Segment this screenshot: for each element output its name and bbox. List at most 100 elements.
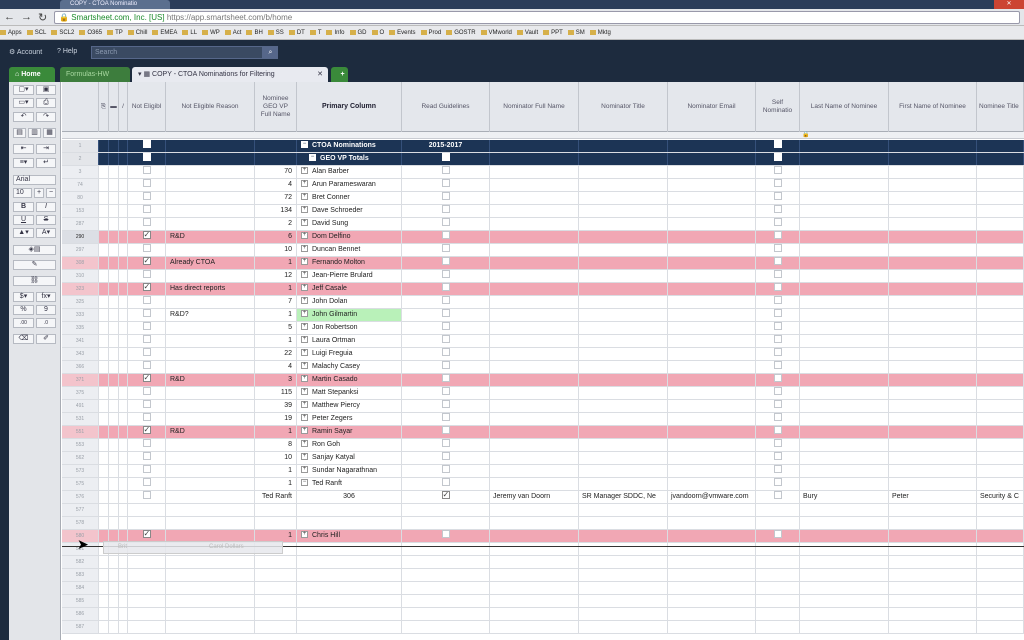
thousands-button[interactable]: 9 xyxy=(36,305,56,315)
self-nomination-cell[interactable] xyxy=(756,582,800,594)
nominator-title-cell[interactable] xyxy=(579,244,668,256)
row-number[interactable]: 341 xyxy=(62,335,99,347)
table-row[interactable]: 310 12 + Jean-Pierre Brulard xyxy=(62,270,1024,283)
expand-icon[interactable]: + xyxy=(301,322,308,330)
geo-vp-cell[interactable]: 7 xyxy=(255,296,297,308)
checkbox[interactable] xyxy=(773,153,782,162)
bookmark-item[interactable]: SS xyxy=(268,26,284,39)
comment-cell[interactable] xyxy=(109,452,119,464)
nominee-title-cell[interactable] xyxy=(977,257,1024,269)
attachment-cell[interactable] xyxy=(99,335,109,347)
nominator-full-name-cell[interactable] xyxy=(490,179,579,191)
self-nomination-checkbox[interactable] xyxy=(773,400,782,409)
geo-vp-cell[interactable]: 72 xyxy=(255,192,297,204)
read-guidelines-cell[interactable] xyxy=(402,244,490,256)
last-name-cell[interactable] xyxy=(800,192,889,204)
fill-color-icon[interactable]: ▲▾ xyxy=(13,228,34,238)
read-guidelines-cell[interactable] xyxy=(402,179,490,191)
geo-vp-cell[interactable]: 39 xyxy=(255,400,297,412)
not-eligible-checkbox[interactable] xyxy=(142,244,151,253)
table-row[interactable]: 287 2 + David Sung xyxy=(62,218,1024,231)
self-nomination-checkbox[interactable] xyxy=(773,218,782,227)
collapse-icon[interactable]: − xyxy=(309,153,316,161)
geo-vp-cell[interactable] xyxy=(255,517,297,529)
first-name-cell[interactable] xyxy=(889,374,977,386)
self-nomination-cell[interactable] xyxy=(756,179,800,191)
attachment-cell[interactable] xyxy=(99,348,109,360)
not-eligible-checkbox[interactable] xyxy=(142,231,151,241)
attachment-cell[interactable] xyxy=(99,218,109,230)
table-row[interactable]: 325 7 + John Dolan xyxy=(62,296,1024,309)
bookmark-item[interactable]: Mktg xyxy=(590,26,611,39)
last-name-cell[interactable] xyxy=(800,244,889,256)
first-name-cell[interactable] xyxy=(889,517,977,529)
read-guidelines-cell[interactable] xyxy=(402,413,490,425)
not-eligible-cell[interactable] xyxy=(128,582,166,594)
first-name-cell[interactable] xyxy=(889,153,977,165)
nominator-title-cell[interactable] xyxy=(579,517,668,529)
table-row[interactable]: 333 R&D? 1 + John Gilmartin xyxy=(62,309,1024,322)
not-eligible-cell[interactable] xyxy=(128,335,166,347)
expand-icon[interactable]: + xyxy=(301,400,308,408)
nominee-title-cell[interactable] xyxy=(977,374,1024,386)
primary-cell[interactable]: + David Sung xyxy=(297,218,402,230)
nominee-title-cell[interactable] xyxy=(977,439,1024,451)
first-name-cell[interactable] xyxy=(889,530,977,542)
not-eligible-reason-cell[interactable] xyxy=(166,400,255,412)
nominator-email-cell[interactable] xyxy=(668,478,756,490)
expand-icon[interactable]: + xyxy=(301,192,308,200)
comment-cell[interactable] xyxy=(109,465,119,477)
first-name-cell[interactable] xyxy=(889,205,977,217)
nominator-title-cell[interactable] xyxy=(579,205,668,217)
add-tab-button[interactable]: + xyxy=(331,67,348,82)
last-name-cell[interactable] xyxy=(800,257,889,269)
nominator-title-cell[interactable] xyxy=(579,621,668,633)
first-name-cell[interactable] xyxy=(889,569,977,581)
format-painter-icon[interactable]: ✐ xyxy=(36,334,56,344)
nominator-full-name-cell[interactable] xyxy=(490,621,579,633)
nominator-full-name-cell[interactable] xyxy=(490,270,579,282)
self-nomination-checkbox[interactable] xyxy=(773,166,782,175)
table-row[interactable]: 585 xyxy=(62,595,1024,608)
nominee-title-cell[interactable] xyxy=(977,270,1024,282)
first-name-cell[interactable] xyxy=(889,452,977,464)
nominator-full-name-cell[interactable] xyxy=(490,231,579,243)
nominator-email-cell[interactable] xyxy=(668,465,756,477)
nominator-title-cell[interactable] xyxy=(579,270,668,282)
not-eligible-checkbox[interactable] xyxy=(142,465,151,474)
primary-cell[interactable]: + Matthew Piercy xyxy=(297,400,402,412)
comment-cell[interactable] xyxy=(109,582,119,594)
attachment-cell[interactable] xyxy=(99,322,109,334)
last-name-cell[interactable] xyxy=(800,322,889,334)
geo-vp-cell[interactable]: 3 xyxy=(255,374,297,386)
nominator-title-cell[interactable] xyxy=(579,296,668,308)
edit-cell[interactable] xyxy=(119,465,128,477)
primary-cell[interactable] xyxy=(297,569,402,581)
nominator-full-name-cell[interactable] xyxy=(490,374,579,386)
not-eligible-reason-cell[interactable] xyxy=(166,556,255,568)
table-row[interactable]: 323 Has direct reports1 + Jeff Casale xyxy=(62,283,1024,296)
nominator-full-name-cell[interactable] xyxy=(490,569,579,581)
back-icon[interactable]: ← xyxy=(4,11,15,23)
table-row[interactable]: 290 R&D6 + Dom Delfino xyxy=(62,231,1024,244)
read-guidelines-checkbox[interactable] xyxy=(441,309,450,318)
attachment-cell[interactable] xyxy=(99,257,109,269)
nominee-title-cell[interactable] xyxy=(977,231,1024,243)
geo-vp-cell[interactable] xyxy=(255,569,297,581)
nominator-full-name-cell[interactable] xyxy=(490,387,579,399)
not-eligible-checkbox[interactable] xyxy=(142,335,151,344)
bold-button[interactable]: B xyxy=(13,202,34,212)
read-guidelines-cell[interactable] xyxy=(402,621,490,633)
currency-button[interactable]: $▾ xyxy=(13,292,34,302)
not-eligible-reason-cell[interactable]: R&D xyxy=(166,231,255,243)
read-guidelines-checkbox[interactable] xyxy=(441,231,450,240)
table-row[interactable]: 375 115 + Matt Stepanksi xyxy=(62,387,1024,400)
self-nomination-cell[interactable] xyxy=(756,400,800,412)
read-guidelines-cell[interactable] xyxy=(402,309,490,321)
nominee-title-cell[interactable] xyxy=(977,400,1024,412)
comment-cell[interactable] xyxy=(109,478,119,490)
read-guidelines-cell[interactable] xyxy=(402,218,490,230)
first-name-cell[interactable] xyxy=(889,244,977,256)
bookmark-item[interactable]: T xyxy=(310,26,322,39)
table-row[interactable]: 587 xyxy=(62,621,1024,634)
